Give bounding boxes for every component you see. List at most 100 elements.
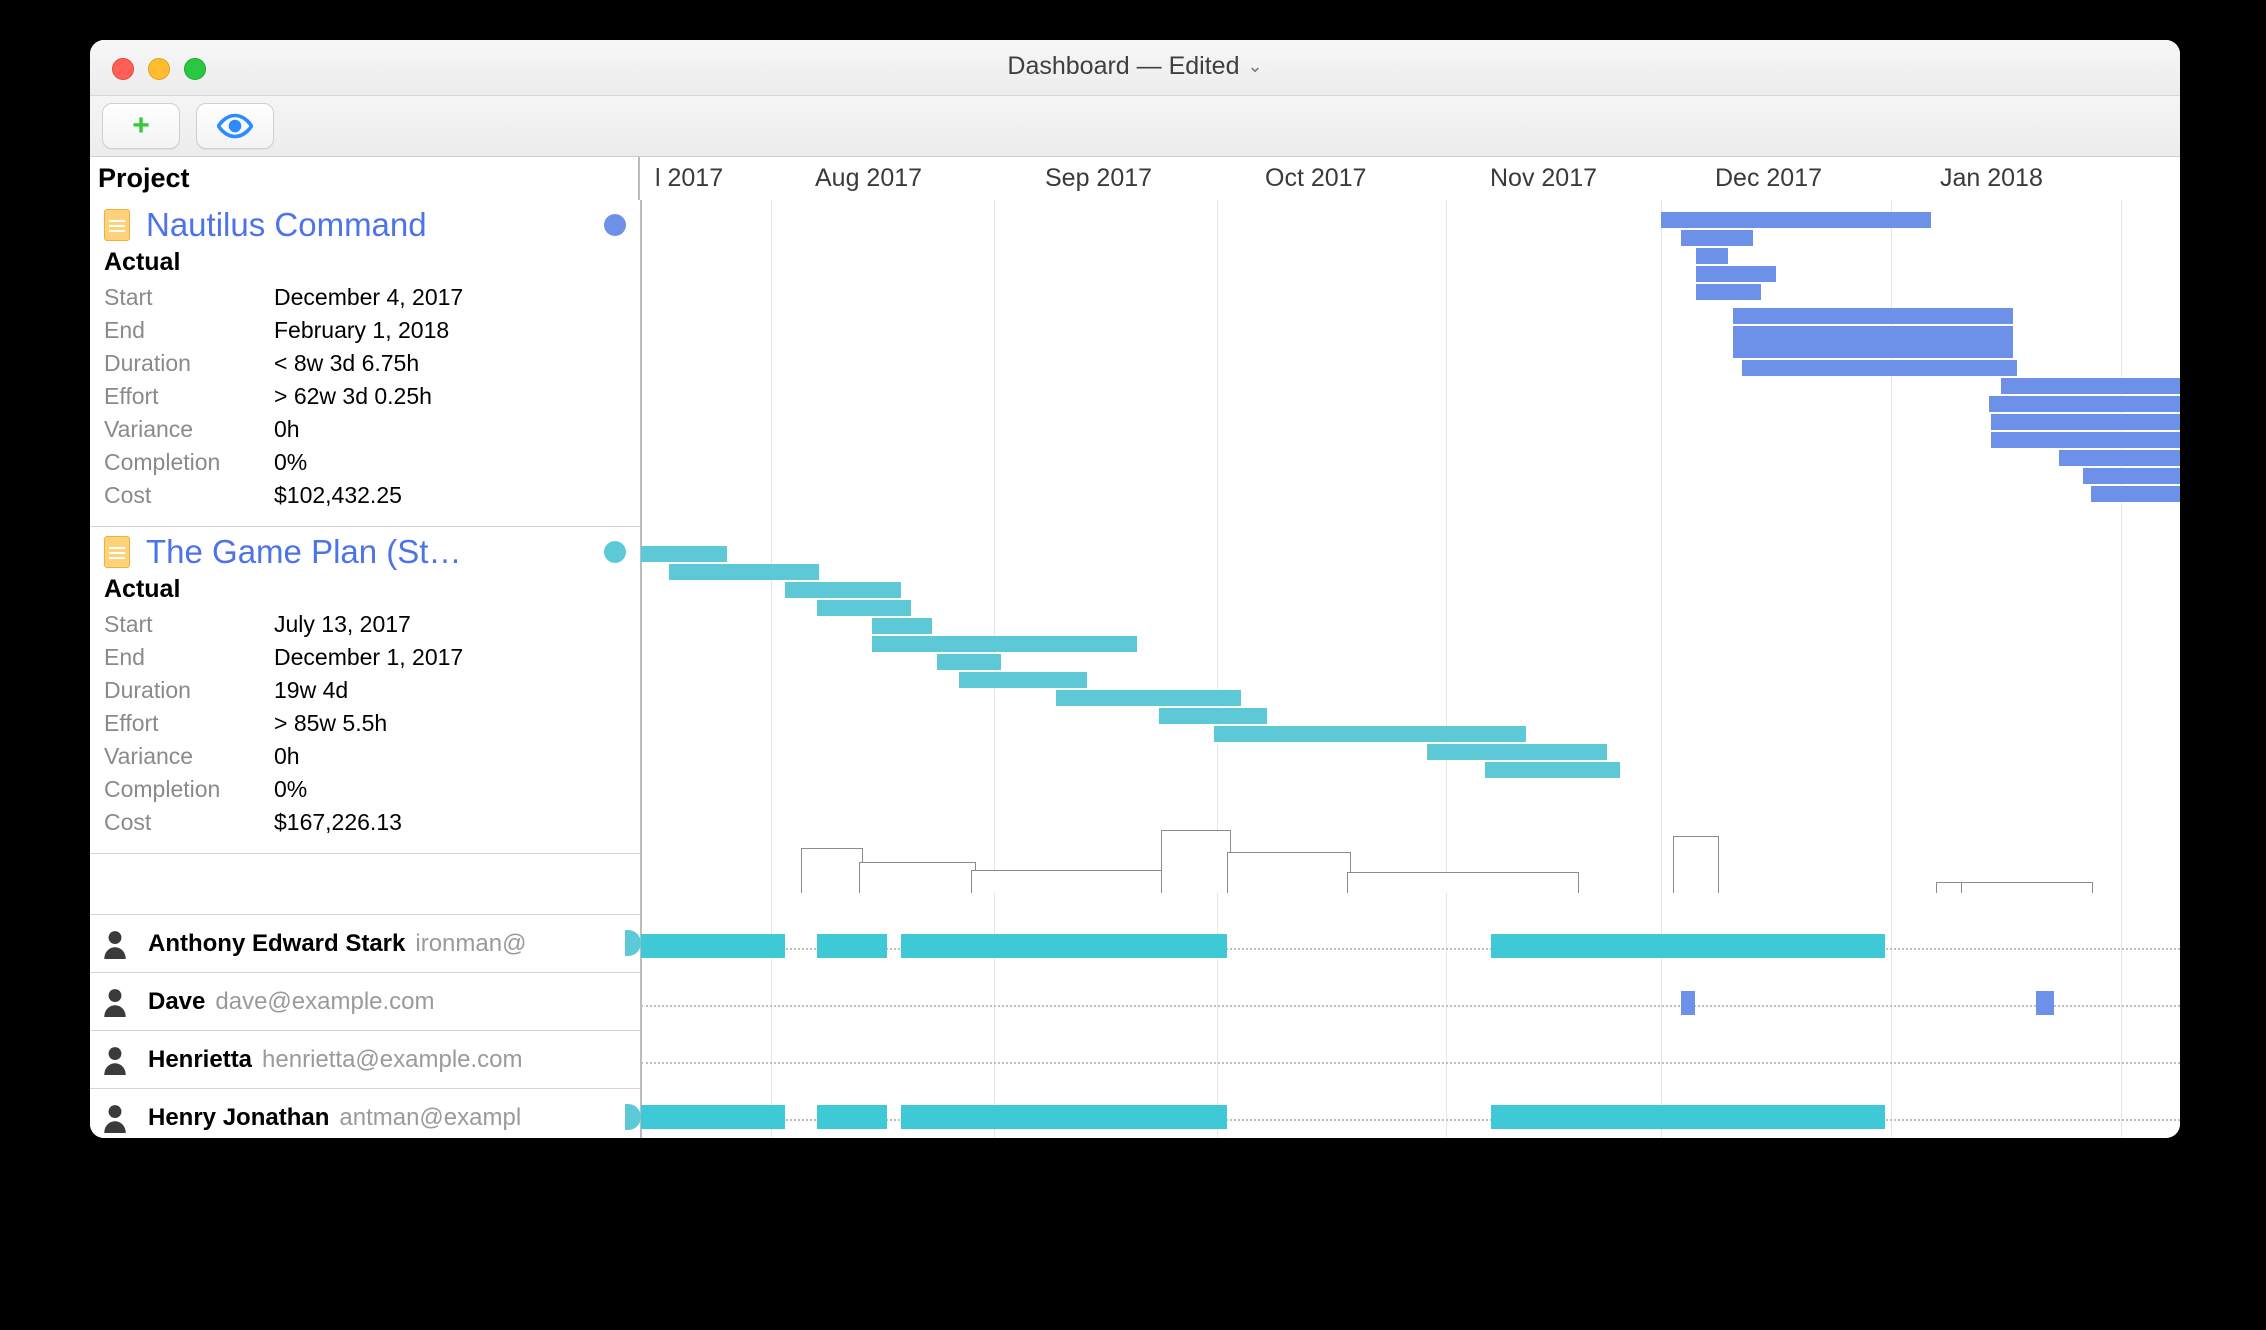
- gantt-bar[interactable]: [1742, 360, 2017, 376]
- resource-name: Anthony Edward Stark: [148, 930, 405, 958]
- project-field-row: Completion0%: [104, 773, 626, 806]
- project-status-dot: [604, 214, 626, 236]
- window-title-text: Dashboard — Edited: [1007, 52, 1239, 81]
- gantt-bar[interactable]: [1989, 396, 2180, 412]
- gantt-bar[interactable]: [817, 600, 911, 616]
- field-key: Effort: [104, 707, 274, 740]
- load-graph-segment: [801, 848, 863, 893]
- field-key: Duration: [104, 674, 274, 707]
- gantt-bar[interactable]: [1427, 744, 1607, 760]
- gantt-bar[interactable]: [1696, 248, 1728, 264]
- gantt-bar[interactable]: [2091, 486, 2180, 502]
- resource-allocation-bar[interactable]: [1681, 991, 1695, 1015]
- month-label: Nov 2017: [1490, 164, 1597, 193]
- resource-allocation-bar[interactable]: [1491, 1105, 1885, 1129]
- field-key: Variance: [104, 740, 274, 773]
- gantt-bar[interactable]: [1056, 690, 1241, 706]
- gantt-bar[interactable]: [641, 546, 727, 562]
- project-field-row: Duration< 8w 3d 6.75h: [104, 347, 626, 380]
- project-doc-icon: [104, 536, 130, 568]
- project-field-row: Effort> 62w 3d 0.25h: [104, 380, 626, 413]
- resource-row[interactable]: Anthony Edward Stark ironman@: [90, 915, 640, 973]
- resource-allocation-bar[interactable]: [901, 934, 1227, 958]
- gantt-bar[interactable]: [872, 636, 1137, 652]
- project-field-row: StartJuly 13, 2017: [104, 608, 626, 641]
- project-field-row: Cost$102,432.25: [104, 479, 626, 512]
- resource-allocation-bar[interactable]: [1491, 934, 1885, 958]
- resource-allocation-bar[interactable]: [817, 934, 887, 958]
- project-section-label: Actual: [104, 248, 626, 277]
- gantt-bar[interactable]: [1733, 308, 2013, 324]
- field-key: Cost: [104, 806, 274, 839]
- gantt-bar[interactable]: [1661, 212, 1931, 228]
- gantt-bar[interactable]: [2001, 378, 2180, 394]
- chevron-down-icon: ⌄: [1248, 56, 1263, 77]
- gantt-bar[interactable]: [959, 672, 1087, 688]
- month-label: Oct 2017: [1265, 164, 1366, 193]
- gantt-bar[interactable]: [1991, 414, 2180, 430]
- resource-allocation-bar[interactable]: [641, 934, 785, 958]
- add-button[interactable]: +: [102, 103, 180, 149]
- gantt-bar[interactable]: [1485, 762, 1620, 778]
- resource-status-dot: [625, 930, 641, 956]
- eye-icon: [217, 108, 253, 144]
- resource-allocation-bar[interactable]: [901, 1105, 1227, 1129]
- plus-icon: +: [132, 109, 150, 143]
- person-icon: [102, 929, 128, 959]
- gantt-bar[interactable]: [1696, 284, 1761, 300]
- load-graph-segment: [1961, 882, 2093, 893]
- resource-allocation-bar[interactable]: [2036, 991, 2054, 1015]
- close-icon[interactable]: [112, 58, 134, 80]
- gantt-bar[interactable]: [1681, 230, 1753, 246]
- gantt-bar[interactable]: [1696, 266, 1776, 282]
- load-graph-segment: [971, 870, 1163, 893]
- field-key: Start: [104, 281, 274, 314]
- view-button[interactable]: [196, 103, 274, 149]
- window-title[interactable]: Dashboard — Edited ⌄: [1007, 52, 1262, 81]
- person-icon: [102, 1103, 128, 1133]
- field-value: 0%: [274, 773, 307, 806]
- gantt-bar[interactable]: [1214, 726, 1526, 742]
- field-key: Cost: [104, 479, 274, 512]
- gantt-bar[interactable]: [2059, 450, 2180, 466]
- gantt-bar[interactable]: [1991, 432, 2180, 448]
- project-section-label: Actual: [104, 575, 626, 604]
- project-field-row: Effort> 85w 5.5h: [104, 707, 626, 740]
- gantt-bar[interactable]: [2083, 468, 2180, 484]
- resource-email: ironman@: [415, 930, 526, 958]
- resource-row[interactable]: Henry Jonathanantman@exampl: [90, 1089, 640, 1138]
- content-area: Nautilus Command Actual StartDecember 4,…: [90, 200, 2180, 1138]
- field-value: < 8w 3d 6.75h: [274, 347, 419, 380]
- resource-allocation-bar[interactable]: [817, 1105, 887, 1129]
- resource-name: Dave: [148, 988, 205, 1016]
- month-label: Jan 2018: [1940, 164, 2043, 193]
- gantt-bar[interactable]: [785, 582, 901, 598]
- resource-row[interactable]: Dave dave@example.com: [90, 973, 640, 1031]
- minimize-icon[interactable]: [148, 58, 170, 80]
- field-key: Start: [104, 608, 274, 641]
- month-label: l 2017: [655, 164, 723, 193]
- field-key: End: [104, 314, 274, 347]
- field-value: December 4, 2017: [274, 281, 463, 314]
- resource-allocation-bar[interactable]: [641, 1105, 785, 1129]
- field-value: February 1, 2018: [274, 314, 449, 347]
- field-value: 19w 4d: [274, 674, 348, 707]
- project-field-row: Cost$167,226.13: [104, 806, 626, 839]
- gantt-bar[interactable]: [669, 564, 819, 580]
- resource-row[interactable]: Henriettahenrietta@example.com: [90, 1031, 640, 1089]
- gantt-bar[interactable]: [872, 618, 932, 634]
- person-icon: [102, 1045, 128, 1075]
- project-card[interactable]: Nautilus Command Actual StartDecember 4,…: [90, 200, 640, 527]
- gantt-bar[interactable]: [1733, 326, 2013, 358]
- project-card[interactable]: The Game Plan (St… Actual StartJuly 13, …: [90, 527, 640, 854]
- resource-email: dave@example.com: [215, 988, 434, 1016]
- project-doc-icon: [104, 209, 130, 241]
- gantt-bar[interactable]: [1159, 708, 1267, 724]
- gantt-canvas[interactable]: [641, 200, 2180, 1138]
- zoom-icon[interactable]: [184, 58, 206, 80]
- gantt-bar[interactable]: [937, 654, 1001, 670]
- project-title-row: The Game Plan (St…: [104, 533, 626, 571]
- month-gridline: [1217, 200, 1218, 1138]
- window-controls: [112, 58, 206, 80]
- resource-email: antman@exampl: [339, 1104, 521, 1132]
